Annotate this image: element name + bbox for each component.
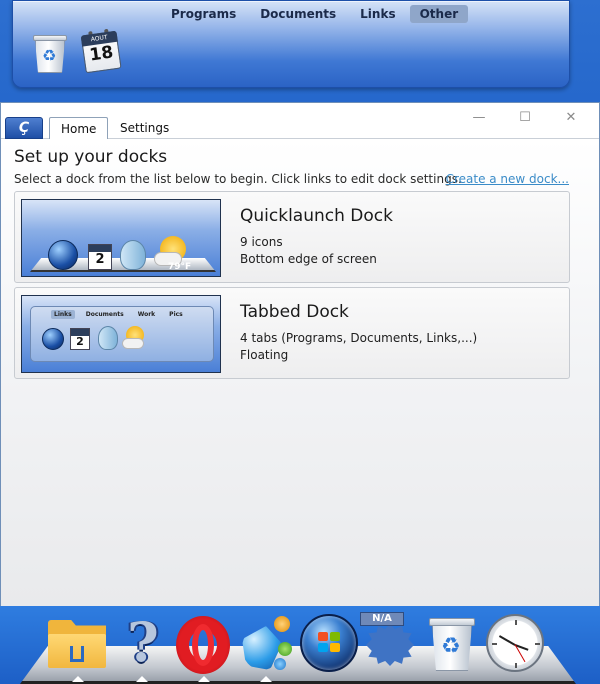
dock-card-quicklaunch[interactable]: 2 79°F Quicklaunch Dock 9 icons Bottom e…	[14, 191, 570, 283]
dock-icon-count: 9 icons	[240, 235, 283, 249]
top-dock-tabs: Programs Documents Links Other	[161, 5, 469, 23]
orb-app-icon[interactable]	[238, 616, 294, 674]
mini-tab-links: Links	[51, 310, 75, 319]
mini-tab-pics: Pics	[169, 311, 183, 318]
calendar-icon: 2	[70, 328, 90, 350]
top-tabbed-dock: Programs Documents Links Other ♻ AOUT 18	[12, 0, 570, 88]
app-menu-button[interactable]: Ç	[5, 117, 43, 139]
dock-position: Bottom edge of screen	[240, 252, 377, 266]
dock-title: Tabbed Dock	[240, 302, 349, 322]
window-controls: — ☐ ✕	[457, 109, 593, 129]
running-indicator	[260, 676, 272, 682]
start-orb-icon[interactable]	[300, 614, 358, 672]
running-indicator	[136, 676, 148, 682]
tabbed-dock-thumbnail: Links Documents Work Pics 2	[21, 295, 221, 373]
weather-badge: N/A	[360, 612, 404, 626]
tab-settings[interactable]: Settings	[109, 117, 180, 140]
recycle-bin-icon[interactable]: ♻	[428, 614, 478, 674]
dock-tab-programs[interactable]: Programs	[161, 5, 246, 23]
dock-title: Quicklaunch Dock	[240, 206, 393, 226]
running-indicator	[198, 676, 210, 682]
top-dock-icons: ♻ AOUT 18	[31, 28, 123, 75]
calendar-icon[interactable]: AOUT 18	[76, 26, 126, 76]
clock-icon[interactable]	[486, 614, 544, 672]
dock-tab-summary: 4 tabs (Programs, Documents, Links,...)	[240, 331, 478, 345]
dock-tab-other[interactable]: Other	[409, 5, 469, 23]
recycle-bin-icon[interactable]: ♻	[31, 31, 69, 75]
window-titlebar: Ç Home Settings — ☐ ✕	[1, 103, 599, 140]
dock-position: Floating	[240, 348, 289, 362]
tab-home[interactable]: Home	[49, 117, 109, 140]
start-orb-icon	[48, 240, 78, 270]
weather-temp: 79°F	[168, 262, 192, 272]
cloud-icon	[122, 338, 144, 349]
help-icon[interactable]: ?	[118, 612, 168, 674]
dock-tab-documents[interactable]: Documents	[250, 5, 346, 23]
internet-explorer-icon	[98, 326, 118, 350]
bottom-quicklaunch-dock: ? N/A ♻	[48, 612, 568, 676]
mini-tab-work: Work	[137, 311, 156, 318]
minimize-button[interactable]: —	[457, 109, 501, 129]
start-orb-icon	[42, 328, 64, 350]
create-new-dock-link[interactable]: Create a new dock...	[446, 172, 569, 186]
weather-icon[interactable]: N/A	[360, 612, 422, 672]
close-button[interactable]: ✕	[549, 109, 593, 129]
dock-settings-window: Ç Home Settings — ☐ ✕ Set up your docks …	[0, 102, 600, 607]
page-title: Set up your docks	[14, 147, 168, 167]
opera-icon[interactable]	[176, 616, 230, 674]
maximize-button[interactable]: ☐	[503, 109, 547, 129]
mini-tab-documents: Documents	[85, 311, 124, 318]
instructions-text: Select a dock from the list below to beg…	[14, 172, 462, 186]
internet-explorer-icon	[120, 240, 146, 270]
folder-icon[interactable]	[48, 620, 106, 670]
dock-tab-links[interactable]: Links	[350, 5, 405, 23]
running-indicator	[72, 676, 84, 682]
dock-card-tabbed[interactable]: Links Documents Work Pics 2 Tabbed Dock …	[14, 287, 570, 379]
home-content: Set up your docks Select a dock from the…	[1, 139, 599, 607]
quicklaunch-thumbnail: 2 79°F	[21, 199, 221, 277]
calendar-icon: 2	[88, 244, 112, 270]
